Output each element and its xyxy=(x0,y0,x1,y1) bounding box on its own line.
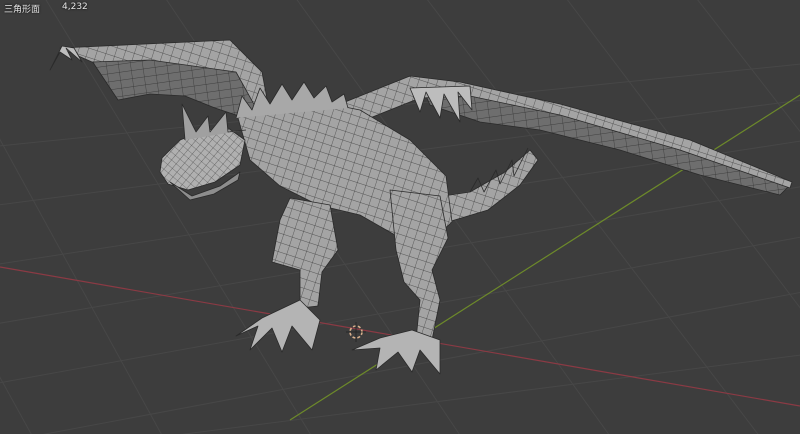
3d-cursor-icon[interactable] xyxy=(346,322,366,342)
scene-statistics: 三角形面 4,232 xyxy=(4,2,88,15)
right-wing-membrane[interactable] xyxy=(419,81,791,196)
hind-right-foot xyxy=(351,329,441,375)
3d-viewport[interactable]: 三角形面 4,232 xyxy=(0,0,800,434)
viewport-grid xyxy=(0,0,800,434)
triangles-label: 三角形面 xyxy=(4,5,41,15)
front-left-leg[interactable] xyxy=(271,197,339,309)
hind-right-leg[interactable] xyxy=(389,189,449,341)
front-left-foot xyxy=(235,299,321,353)
triangles-count: 4,232 xyxy=(62,2,88,12)
